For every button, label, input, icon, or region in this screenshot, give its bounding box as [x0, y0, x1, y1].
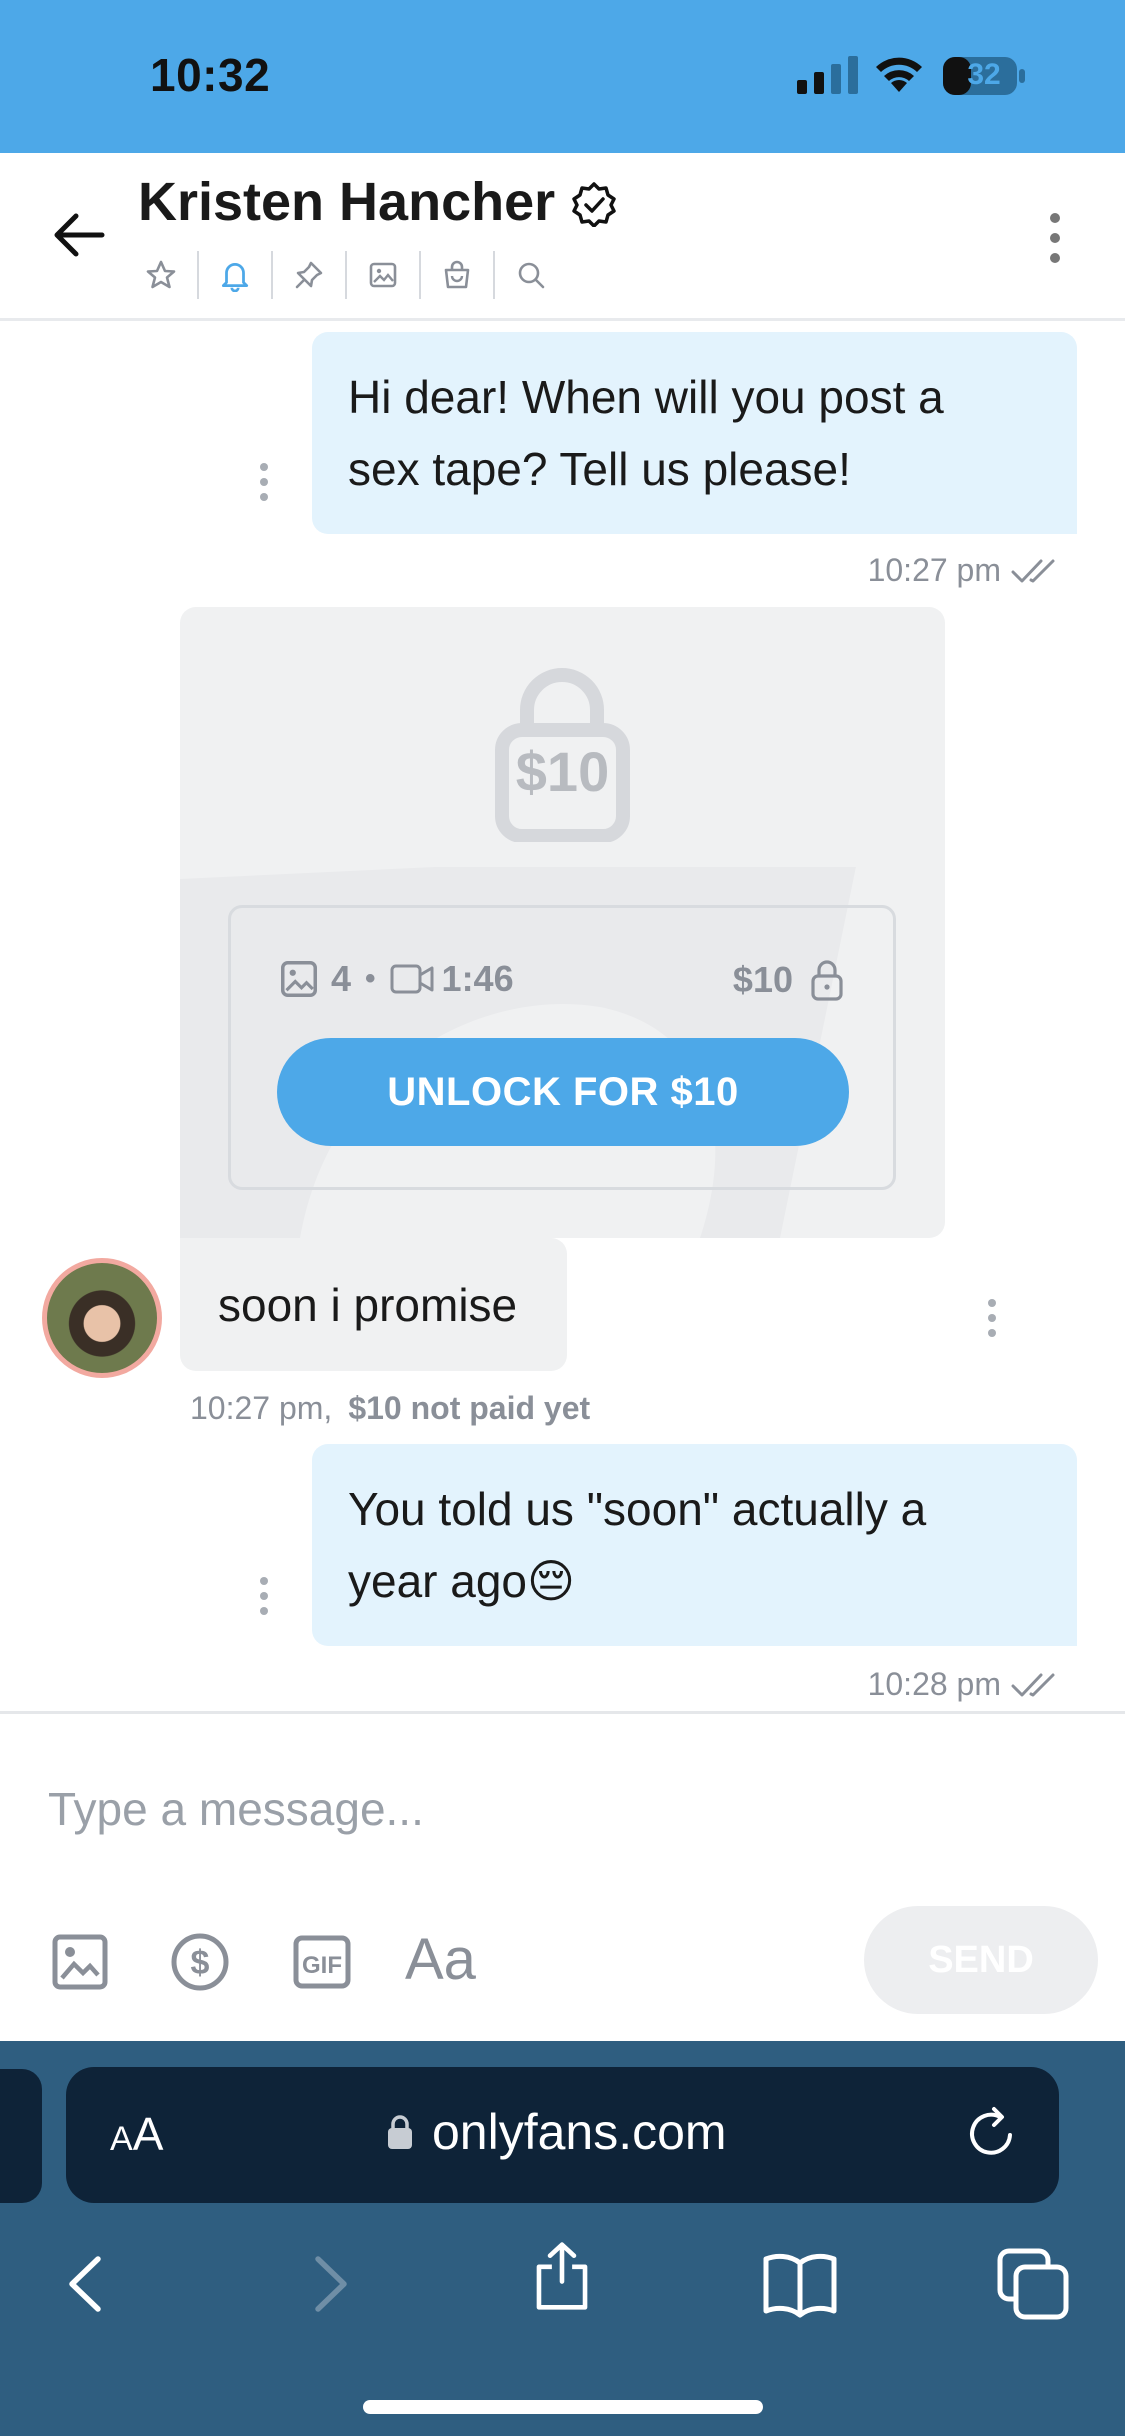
battery-icon: 32 [942, 56, 1026, 96]
avatar[interactable] [42, 1258, 162, 1378]
message-time: 10:27 pm [867, 552, 1001, 588]
search-icon [518, 262, 545, 289]
message-options-icon[interactable] [254, 1576, 274, 1616]
notifications-button[interactable] [212, 252, 258, 298]
message-text-line: year ago😔 [348, 1555, 575, 1607]
divider [197, 251, 199, 299]
star-icon [146, 260, 176, 289]
ppv-price-info: $10 [733, 958, 845, 1002]
text-format-button[interactable]: Aa [405, 1926, 476, 1993]
pin-icon [295, 261, 323, 289]
chat-title[interactable]: Kristen Hancher [138, 171, 555, 233]
shopping-bag-icon [444, 260, 470, 289]
divider [345, 251, 347, 299]
chat-toolbar [138, 251, 554, 299]
dollar-circle-icon[interactable]: $ [170, 1932, 230, 1992]
message-time: 10:28 pm [867, 1666, 1001, 1702]
battery-level: 32 [967, 58, 1001, 91]
reader-options-button[interactable]: AA [110, 2107, 163, 2161]
image-icon[interactable] [50, 1932, 110, 1992]
ppv-lock-price: $10 [515, 740, 610, 803]
separator-dot: • [365, 962, 376, 995]
back-icon[interactable] [52, 2249, 122, 2319]
lock-icon [388, 2115, 412, 2149]
back-arrow-icon[interactable] [50, 206, 108, 264]
ppv-message-card: $10 4 • 1:46 $10 UNLOCK FOR $10 [180, 607, 945, 1238]
message-text-line: Hi dear! When will you post a [348, 371, 944, 423]
image-icon [369, 262, 397, 288]
star-button[interactable] [138, 252, 184, 298]
message-time: 10:27 pm, [190, 1390, 333, 1426]
previous-tab[interactable] [0, 2069, 42, 2203]
svg-text:GIF: GIF [302, 1952, 342, 1979]
share-icon[interactable] [527, 2241, 597, 2311]
bell-icon [221, 263, 249, 292]
message-meta: 10:28 pm [868, 1666, 1069, 1703]
payment-status: $10 not paid yet [348, 1390, 591, 1426]
ppv-media-info: 4 • 1:46 [279, 958, 514, 1000]
url-text: onlyfans.com [432, 2104, 727, 2160]
wifi-icon [876, 57, 922, 92]
message-bubble-incoming[interactable]: soon i promise [180, 1238, 567, 1371]
video-icon [390, 964, 434, 994]
message-composer: $ GIF Aa SEND [0, 1711, 1125, 2041]
status-bar: 10:32 32 [0, 0, 1125, 153]
url-display[interactable]: onlyfans.com [386, 2103, 727, 2161]
purchases-button[interactable] [434, 252, 480, 298]
lock-icon [811, 960, 843, 1001]
message-options-icon[interactable] [254, 462, 274, 502]
forward-icon[interactable] [294, 2249, 364, 2319]
ppv-price: $10 [732, 959, 793, 1000]
cellular-signal-icon [797, 56, 858, 94]
gif-icon[interactable]: GIF [292, 1932, 352, 1992]
pin-button[interactable] [286, 252, 332, 298]
chat-header: Kristen Hancher [0, 153, 1125, 321]
double-check-icon [1011, 559, 1055, 582]
search-button[interactable] [508, 252, 554, 298]
tabs-icon[interactable] [996, 2247, 1070, 2321]
address-bar[interactable]: AA onlyfans.com [66, 2067, 1059, 2203]
message-options-icon[interactable] [982, 1298, 1002, 1338]
verified-badge-icon [572, 182, 616, 227]
gallery-button[interactable] [360, 252, 406, 298]
video-duration: 1:46 [441, 958, 514, 999]
browser-toolbar: AA onlyfans.com [0, 2041, 1125, 2436]
message-text: soon i promise [218, 1278, 518, 1331]
book-icon[interactable] [762, 2249, 838, 2319]
message-text-line: You told us "soon" actually a [348, 1483, 927, 1535]
message-bubble-outgoing[interactable]: Hi dear! When will you post a sex tape? … [312, 332, 1077, 534]
image-icon [281, 961, 317, 997]
photo-count: 4 [331, 958, 352, 999]
home-indicator [363, 2400, 763, 2414]
message-bubble-outgoing[interactable]: You told us "soon" actually a year ago😔 [312, 1444, 1077, 1646]
status-time: 10:32 [150, 49, 271, 101]
message-meta: 10:27 pm, $10 not paid yet [190, 1390, 590, 1427]
message-input[interactable] [48, 1774, 948, 1844]
divider [493, 251, 495, 299]
title-row: Kristen Hancher [138, 171, 617, 233]
reload-icon[interactable] [964, 2105, 1020, 2163]
unlock-button[interactable]: UNLOCK FOR $10 [277, 1038, 849, 1146]
more-vertical-icon[interactable] [1040, 208, 1070, 268]
ppv-details-box: 4 • 1:46 $10 UNLOCK FOR $10 [228, 905, 896, 1190]
message-text-line: sex tape? Tell us please! [348, 443, 851, 495]
browser-nav-row [0, 2241, 1125, 2331]
svg-text:$: $ [191, 1944, 210, 1982]
divider [419, 251, 421, 299]
divider [271, 251, 273, 299]
message-meta: 10:27 pm [868, 552, 1069, 589]
send-button[interactable]: SEND [864, 1906, 1098, 2014]
double-check-icon [1011, 1673, 1055, 1696]
